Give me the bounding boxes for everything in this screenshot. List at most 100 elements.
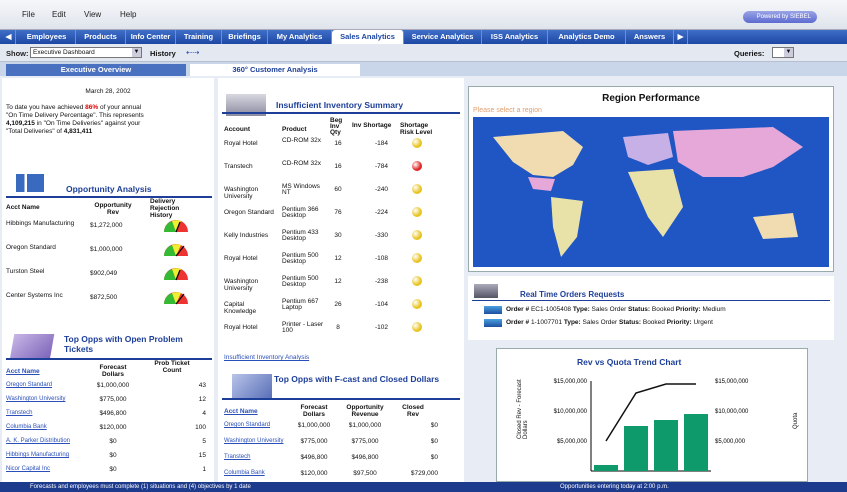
- table-cell: -224: [374, 209, 388, 216]
- table-cell-link[interactable]: Transtech: [6, 410, 76, 416]
- table-cell: $1,000,000: [348, 422, 382, 429]
- risk-indicator-icon: [412, 322, 422, 332]
- tab-scroll-right-icon[interactable]: ▶: [674, 30, 688, 44]
- left-column: March 28, 2002 To date you have achieved…: [2, 78, 214, 482]
- table-cell: $0: [430, 422, 438, 429]
- table-cell: Capital Knowledge: [224, 301, 257, 315]
- y2-tick-label: $15,000,000: [715, 379, 749, 385]
- history-menu[interactable]: History: [150, 49, 176, 58]
- tab-employees[interactable]: Employees: [18, 30, 76, 44]
- inventory-title: Insufficient Inventory Summary: [276, 100, 404, 110]
- region-prompt: Please select a region: [473, 107, 542, 114]
- orders-panel: Real Time Orders Requests Order # EC1-10…: [468, 276, 834, 340]
- dollars-icon: [232, 374, 272, 398]
- y2-tick-label: $10,000,000: [715, 409, 749, 415]
- tab-sales-analytics[interactable]: Sales Analytics: [332, 30, 404, 44]
- queries-select[interactable]: ▼: [772, 47, 794, 58]
- tab-analytics-demo[interactable]: Analytics Demo: [548, 30, 626, 44]
- subtab-360-customer-analysis[interactable]: 360° Customer Analysis: [190, 64, 360, 76]
- col-acct-name-link[interactable]: Acct Name: [6, 368, 40, 375]
- col-forecast: Forecast Dollars: [300, 404, 328, 418]
- region-title: Region Performance: [602, 93, 700, 104]
- table-cell: 15: [198, 452, 206, 459]
- tab-answers[interactable]: Answers: [626, 30, 674, 44]
- gauge-icon: [164, 268, 188, 281]
- chart-title: Rev vs Quota Trend Chart: [577, 357, 682, 367]
- table-cell-link[interactable]: Transtech: [224, 454, 284, 460]
- menu-view[interactable]: View: [84, 10, 101, 19]
- back-forward-icon[interactable]: ⇠⇢: [186, 48, 199, 57]
- table-cell: Pentium 667 Laptop: [282, 298, 319, 311]
- table-cell-link[interactable]: Oregon Standard: [224, 422, 284, 428]
- table-cell: Pentium 433 Desktop: [282, 229, 319, 242]
- table-cell: $872,500: [90, 294, 118, 301]
- table-cell-link[interactable]: Columbia Bank: [6, 424, 76, 430]
- table-cell-link[interactable]: Washington University: [6, 396, 76, 402]
- phone-icon: [474, 284, 498, 298]
- subtab-executive-overview[interactable]: Executive Overview: [6, 64, 186, 76]
- order-row[interactable]: Order # 1-1007701 Type: Sales Order Stat…: [506, 319, 713, 326]
- table-cell: $0: [430, 438, 438, 445]
- table-cell: 12: [334, 255, 342, 262]
- table-cell: $0: [109, 438, 117, 445]
- toolbar: Show: Executive Dashboard ▼ History ⇠⇢ Qu…: [0, 44, 847, 62]
- world-map[interactable]: [473, 117, 829, 267]
- risk-indicator-icon: [412, 276, 422, 286]
- order-row[interactable]: Order # EC1-1005408 Type: Sales Order St…: [506, 306, 726, 313]
- table-cell-link[interactable]: Washington University: [224, 438, 284, 444]
- table-cell: Printer - Laser 100: [282, 321, 324, 334]
- table-cell: -104: [374, 301, 388, 308]
- table-cell: Royal Hotel: [224, 140, 258, 147]
- table-cell: Washington University: [224, 278, 259, 292]
- table-cell-link[interactable]: Hibbings Manufacturing: [6, 452, 76, 458]
- tickets-icon: [9, 334, 55, 360]
- tab-scroll-left-icon[interactable]: ◀: [2, 30, 16, 44]
- middle-column: Insufficient Inventory Summary Account P…: [218, 78, 464, 482]
- table-cell: -784: [374, 163, 388, 170]
- bar-3: [654, 420, 678, 471]
- risk-indicator-icon: [412, 207, 422, 217]
- bar-2: [624, 426, 648, 471]
- tab-info-center[interactable]: Info Center: [126, 30, 176, 44]
- menu-edit[interactable]: Edit: [52, 10, 66, 19]
- orders-title: Real Time Orders Requests: [520, 290, 625, 299]
- table-cell: Turston Steel: [6, 268, 45, 275]
- tab-products[interactable]: Products: [76, 30, 126, 44]
- tab-iss-analytics[interactable]: ISS Analytics: [482, 30, 548, 44]
- table-cell: $729,000: [410, 470, 438, 477]
- table-cell: Pentium 500 Desktop: [282, 275, 319, 288]
- risk-indicator-icon: [412, 253, 422, 263]
- table-cell: 12: [334, 278, 342, 285]
- inventory-analysis-link[interactable]: Insufficient Inventory Analysis: [224, 354, 309, 361]
- trend-chart: $15,000,000 $15,000,000 $10,000,000 $10,000…: [554, 379, 749, 472]
- table-cell: $902,049: [90, 270, 118, 277]
- col-prob-ticket-count: Prob Ticket Count: [154, 360, 190, 374]
- table-cell: Transtech: [224, 163, 253, 170]
- table-cell: $1,272,000: [90, 222, 123, 229]
- tab-service-analytics[interactable]: Service Analytics: [404, 30, 482, 44]
- tab-my-analytics[interactable]: My Analytics: [268, 30, 332, 44]
- table-cell: $120,000: [99, 424, 127, 431]
- table-cell: -238: [374, 278, 388, 285]
- dashboard-subtabs: Executive Overview 360° Customer Analysi…: [0, 62, 847, 76]
- table-cell: -330: [374, 232, 388, 239]
- table-cell: $775,000: [99, 396, 127, 403]
- opportunity-title: Opportunity Analysis: [66, 184, 152, 194]
- show-select[interactable]: Executive Dashboard ▼: [30, 47, 142, 58]
- chart-y2label: Quota: [793, 412, 799, 429]
- table-cell-link[interactable]: A. K. Parker Distribution: [6, 438, 76, 444]
- table-cell-link[interactable]: Columbia Bank: [224, 470, 284, 476]
- tab-briefings[interactable]: Briefings: [222, 30, 268, 44]
- menu-file[interactable]: File: [22, 10, 35, 19]
- table-cell-link[interactable]: Nicor Capital Inc: [6, 466, 76, 472]
- topopps-title: Top Opps with Open Problem Tickets: [64, 334, 183, 354]
- tab-training[interactable]: Training: [176, 30, 222, 44]
- col-acct-name-link[interactable]: Acct Name: [224, 408, 258, 415]
- menu-help[interactable]: Help: [120, 10, 136, 19]
- quota-line: [605, 383, 696, 442]
- table-cell-link[interactable]: Oregon Standard: [6, 382, 76, 388]
- closed-title: Top Opps with F-cast and Closed Dollars: [274, 374, 440, 384]
- risk-indicator-icon: [412, 161, 422, 171]
- table-cell: $775,000: [300, 438, 328, 445]
- gauge-icon: [164, 220, 188, 233]
